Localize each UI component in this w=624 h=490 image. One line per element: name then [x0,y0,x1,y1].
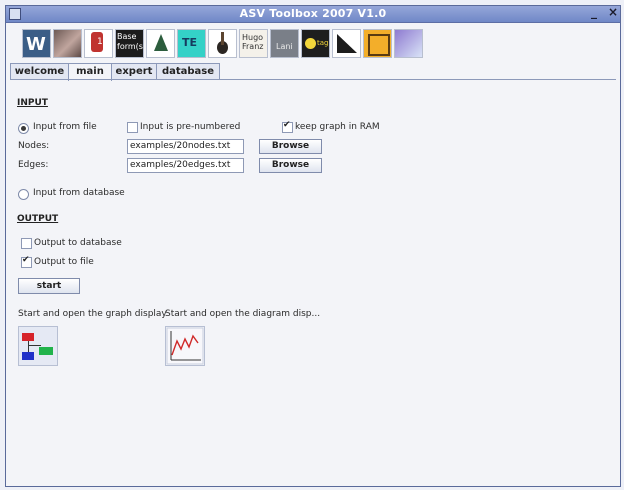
person-photo-icon[interactable] [53,29,82,58]
minimize-button[interactable]: _ [591,5,597,19]
guitar-icon[interactable] [208,29,237,58]
wordspace-icon[interactable]: W [22,29,51,58]
te-icon[interactable]: TE [177,29,206,58]
tab-divider [10,79,616,80]
diagram-display-button[interactable] [165,326,205,366]
network-icon[interactable] [363,29,392,58]
pacman-tag-icon[interactable]: tag [301,29,330,58]
pre-numbered-checkbox[interactable] [127,122,138,133]
toolbar: W 1 Base form(s) TE Hugo Franz Lani tag [14,23,614,63]
edges-label: Edges: [18,160,49,170]
nodes-browse-button[interactable]: Browse [259,139,322,154]
lani-icon[interactable]: Lani [270,29,299,58]
compounds-icon[interactable]: 1 [84,29,113,58]
nodes-label: Nodes: [18,141,50,151]
output-section-header: OUTPUT [17,214,59,224]
tab-database[interactable]: database [156,63,220,80]
graph-display-icon [19,327,57,365]
tree-icon[interactable] [146,29,175,58]
nodes-field[interactable]: examples/20nodes.txt [127,139,244,154]
app-window: ASV Toolbox 2007 V1.0 _ × W 1 Base form(… [5,5,621,487]
diagram-display-label: Start and open the diagram disp... [165,309,321,319]
input-from-database-label[interactable]: Input from database [33,188,125,198]
edges-browse-button[interactable]: Browse [259,158,322,173]
title-bar: ASV Toolbox 2007 V1.0 _ × [6,5,620,23]
graph-display-button[interactable] [18,326,58,366]
hugo-franz-icon[interactable]: Hugo Franz [239,29,268,58]
tab-welcome[interactable]: welcome [10,63,69,80]
graph-icon[interactable] [394,29,423,58]
diagram-display-icon [166,327,204,365]
output-to-file-label[interactable]: Output to file [34,257,94,267]
tab-expert[interactable]: expert [111,63,157,80]
start-button[interactable]: start [18,278,80,294]
keep-graph-ram-label[interactable]: keep graph in RAM [295,122,380,132]
keep-graph-ram-checkbox[interactable] [282,120,293,133]
edges-field[interactable]: examples/20edges.txt [127,158,244,173]
triangle-ruler-icon[interactable] [332,29,361,58]
output-to-database-label[interactable]: Output to database [34,238,122,248]
input-from-file-label[interactable]: Input from file [33,122,97,132]
pre-numbered-label[interactable]: Input is pre-numbered [140,122,240,132]
input-section-header: INPUT [17,98,48,108]
output-to-file-checkbox[interactable] [21,255,32,268]
baseform-icon[interactable]: Base form(s) [115,29,144,58]
output-to-database-checkbox[interactable] [21,238,32,249]
input-from-database-radio[interactable] [18,189,29,200]
input-from-file-radio[interactable] [18,123,29,134]
close-button[interactable]: × [608,5,618,19]
graph-display-label: Start and open the graph display [18,309,167,319]
window-title: ASV Toolbox 2007 V1.0 [239,7,387,20]
